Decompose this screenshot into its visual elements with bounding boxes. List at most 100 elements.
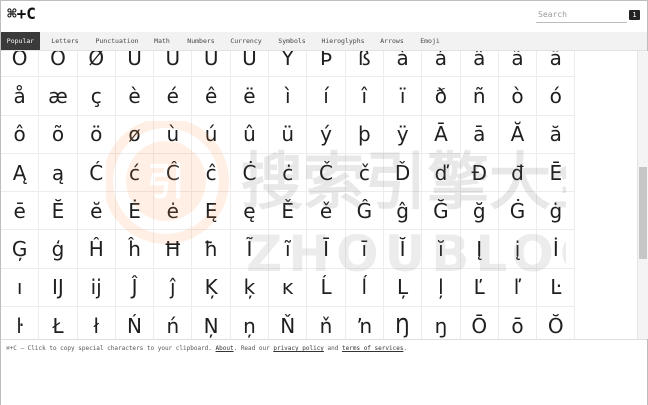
privacy-policy-link[interactable]: privacy policy xyxy=(273,345,324,352)
tab-punctuation[interactable]: Punctuation xyxy=(91,32,143,50)
character-cell[interactable]: Į xyxy=(460,230,499,269)
character-cell[interactable]: ĭ xyxy=(422,230,461,269)
character-cell[interactable]: Ą xyxy=(1,153,40,193)
character-cell[interactable]: ń xyxy=(154,307,193,339)
character-cell[interactable]: Û xyxy=(192,51,231,78)
character-cell[interactable]: Ā xyxy=(422,115,461,154)
character-cell[interactable]: ð xyxy=(422,77,461,116)
character-cell[interactable]: ņ xyxy=(231,307,270,339)
character-cell[interactable]: İ xyxy=(537,230,576,269)
character-cell[interactable]: ĝ xyxy=(383,192,423,231)
character-cell[interactable]: Ĭ xyxy=(383,230,423,269)
character-cell[interactable]: Ģ xyxy=(1,230,40,269)
character-cell[interactable]: ã xyxy=(498,51,538,78)
character-cell[interactable]: ħ xyxy=(192,230,231,269)
character-cell[interactable]: Ļ xyxy=(383,268,423,308)
tab-emoji[interactable]: Emoji xyxy=(415,32,445,50)
character-cell[interactable]: Ō xyxy=(461,307,499,339)
character-cell[interactable]: ğ xyxy=(460,192,499,231)
about-link[interactable]: About xyxy=(216,345,234,352)
character-cell[interactable]: Ĉ xyxy=(154,153,193,193)
character-cell[interactable]: í xyxy=(307,77,346,116)
character-cell[interactable]: ê xyxy=(192,77,231,116)
character-cell[interactable]: Ğ xyxy=(422,192,461,231)
character-cell[interactable]: ŉ xyxy=(346,307,384,339)
character-cell[interactable]: è xyxy=(115,77,155,116)
tab-arrows[interactable]: Arrows xyxy=(375,32,409,50)
character-cell[interactable]: Ĩ xyxy=(230,230,270,269)
character-cell[interactable]: ě xyxy=(307,192,346,231)
character-cell[interactable]: Ĳ xyxy=(39,268,78,308)
character-cell[interactable]: ŀ xyxy=(1,307,40,339)
character-cell[interactable]: ľ xyxy=(498,268,538,308)
tab-hieroglyphs[interactable]: Hieroglyphs xyxy=(318,32,368,50)
character-cell[interactable]: Đ xyxy=(460,153,499,193)
character-cell[interactable]: î xyxy=(345,77,384,116)
character-cell[interactable]: Ħ xyxy=(154,230,193,269)
character-cell[interactable]: Ĕ xyxy=(39,192,78,231)
character-cell[interactable]: Ă xyxy=(498,115,538,154)
character-cell[interactable]: ĥ xyxy=(115,230,155,269)
character-cell[interactable]: č xyxy=(345,153,384,193)
character-cell[interactable]: ü xyxy=(269,115,308,154)
character-cell[interactable]: ď xyxy=(422,153,461,193)
character-cell[interactable]: þ xyxy=(345,115,384,154)
character-cell[interactable]: Ŋ xyxy=(384,307,423,339)
terms-of-service-link[interactable]: terms of services xyxy=(342,345,403,352)
character-cell[interactable]: ł xyxy=(78,307,116,339)
character-cell[interactable]: ċ xyxy=(269,153,308,193)
tab-currency[interactable]: Currency xyxy=(226,32,266,50)
character-cell[interactable]: æ xyxy=(39,77,78,116)
character-cell[interactable]: ė xyxy=(154,192,193,231)
character-cell[interactable]: Ý xyxy=(269,51,308,78)
character-cell[interactable]: Þ xyxy=(307,51,346,78)
character-cell[interactable]: Ġ xyxy=(498,192,538,231)
character-cell[interactable]: ģ xyxy=(39,230,78,269)
character-cell[interactable]: Ľ xyxy=(460,268,499,308)
character-cell[interactable]: đ xyxy=(498,153,538,193)
character-cell[interactable]: ÿ xyxy=(383,115,423,154)
character-cell[interactable]: Ú xyxy=(154,51,193,78)
character-cell[interactable]: ć xyxy=(115,153,155,193)
character-cell[interactable]: Ė xyxy=(115,192,155,231)
character-cell[interactable]: ĉ xyxy=(192,153,231,193)
character-cell[interactable]: Ø xyxy=(77,51,116,78)
character-cell[interactable]: ĕ xyxy=(77,192,116,231)
character-cell[interactable]: Ē xyxy=(537,153,576,193)
character-cell[interactable]: Ĝ xyxy=(345,192,384,231)
character-cell[interactable]: Ł xyxy=(39,307,78,339)
character-cell[interactable]: Ķ xyxy=(192,268,231,308)
character-cell[interactable]: ù xyxy=(154,115,193,154)
character-cell[interactable]: ĩ xyxy=(269,230,308,269)
character-cell[interactable]: ß xyxy=(345,51,384,78)
character-cell[interactable]: ē xyxy=(1,192,40,231)
character-cell[interactable]: Ī xyxy=(307,230,346,269)
character-cell[interactable]: ô xyxy=(1,115,40,154)
character-cell[interactable]: ī xyxy=(345,230,384,269)
tab-numbers[interactable]: Numbers xyxy=(183,32,219,50)
character-cell[interactable]: à xyxy=(383,51,423,78)
character-cell[interactable]: Ŏ xyxy=(537,307,576,339)
character-cell[interactable]: ō xyxy=(499,307,538,339)
character-cell[interactable]: ă xyxy=(537,115,576,154)
character-cell[interactable]: ķ xyxy=(230,268,270,308)
character-cell[interactable]: Ě xyxy=(269,192,308,231)
character-cell[interactable]: ó xyxy=(537,77,576,116)
character-cell[interactable]: Ü xyxy=(230,51,270,78)
character-cell[interactable]: ą xyxy=(39,153,78,193)
character-cell[interactable]: ç xyxy=(77,77,116,116)
character-cell[interactable]: Ĥ xyxy=(77,230,116,269)
character-cell[interactable]: ú xyxy=(192,115,231,154)
character-cell[interactable]: ę xyxy=(230,192,270,231)
character-cell[interactable]: Ę xyxy=(192,192,231,231)
vertical-scrollbar[interactable] xyxy=(637,51,648,339)
character-cell[interactable]: ŋ xyxy=(422,307,461,339)
character-cell[interactable]: ñ xyxy=(460,77,499,116)
character-cell[interactable]: Ň xyxy=(269,307,308,339)
tab-symbols[interactable]: Symbols xyxy=(273,32,311,50)
character-cell[interactable]: å xyxy=(1,77,40,116)
character-cell[interactable]: â xyxy=(460,51,499,78)
character-cell[interactable]: Ù xyxy=(115,51,155,78)
site-logo[interactable]: ⌘+C xyxy=(7,4,36,23)
character-cell[interactable]: é xyxy=(154,77,193,116)
